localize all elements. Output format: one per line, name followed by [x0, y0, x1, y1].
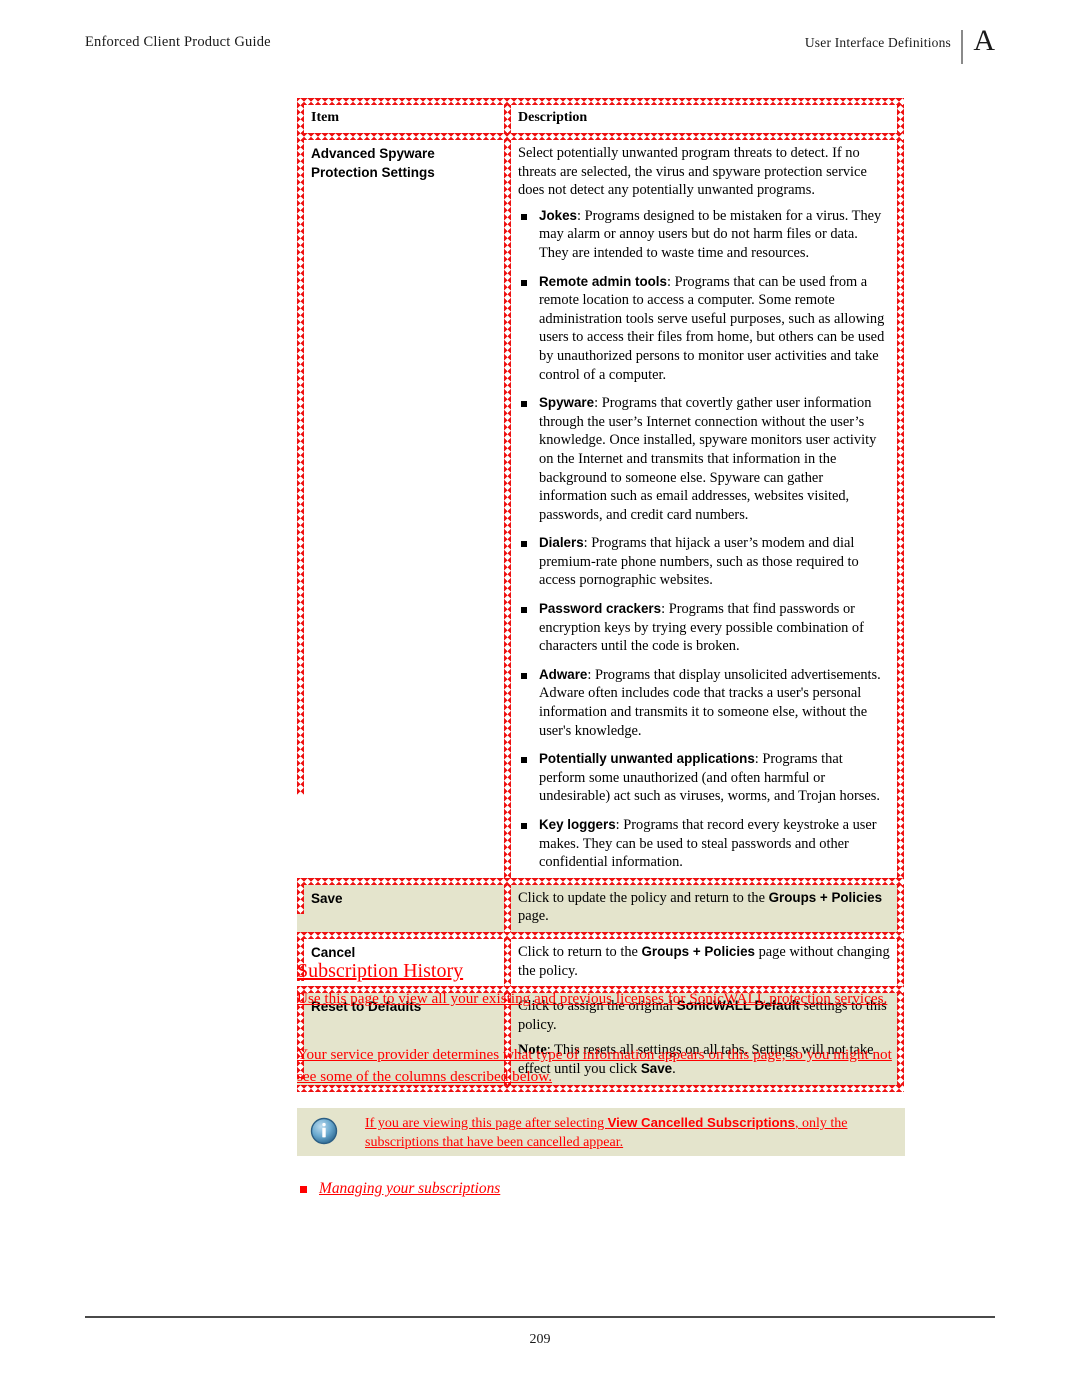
column-header-item: Item	[311, 110, 339, 125]
threat-term: Password crackers	[539, 601, 662, 617]
threat-description: : Programs that covertly gather user inf…	[539, 395, 877, 523]
description-intro: Select potentially unwanted program thre…	[518, 145, 867, 199]
table-cell-item: Advanced Spyware Protection Settings	[297, 140, 504, 878]
info-note-text: If you are viewing this page after selec…	[365, 1113, 891, 1152]
threat-description: : Programs that can be used from a remot…	[539, 273, 885, 383]
list-item: Adware: Programs that display unsolicite…	[518, 666, 890, 740]
item-label-advanced-spyware-protection-settings: Advanced Spyware Protection Settings	[311, 146, 435, 180]
threat-type-list: Jokes: Programs designed to be mistaken …	[518, 207, 890, 872]
item-label-save: Save	[311, 890, 343, 906]
desc-prefix: Click to return to the	[518, 943, 642, 960]
threat-term: Dialers	[539, 535, 584, 551]
description-cancel: Click to return to the Groups + Policies…	[511, 939, 897, 986]
threat-term: Potentially unwanted applications	[539, 751, 755, 767]
table-header-row: Item Description	[297, 105, 904, 133]
threat-term: Jokes	[539, 207, 577, 223]
header-divider	[961, 30, 963, 64]
footer-divider	[85, 1316, 995, 1318]
list-item: Jokes: Programs designed to be mistaken …	[518, 207, 890, 263]
desc-prefix: Click to update the policy and return to…	[518, 889, 769, 906]
related-topic-row[interactable]: Managing your subscriptions	[297, 1178, 897, 1202]
ui-term: Groups + Policies	[768, 889, 883, 905]
list-item: Dialers: Programs that hijack a user’s m…	[518, 534, 890, 590]
table-cell-description: Select potentially unwanted program thre…	[504, 140, 904, 878]
table-border-left	[297, 105, 304, 133]
row-divider	[297, 133, 904, 140]
info-note-box: If you are viewing this page after selec…	[297, 1108, 905, 1156]
list-item: Remote admin tools: Programs that can be…	[518, 273, 890, 385]
description-paragraph: Click to return to the Groups + Policies…	[518, 943, 890, 980]
column-header-description: Description	[518, 110, 588, 125]
desc-suffix: page.	[518, 908, 549, 925]
page-header: Enforced Client Product Guide User Inter…	[85, 26, 995, 64]
table-border-middle	[504, 884, 511, 932]
table-border-middle	[504, 105, 511, 133]
ui-term: Groups + Policies	[641, 943, 756, 959]
table-cell-description: Click to update the policy and return to…	[504, 884, 904, 932]
threat-term: Spyware	[539, 395, 595, 411]
description-content: Select potentially unwanted program thre…	[511, 140, 897, 878]
table-row-save: Save Click to update the policy and retu…	[297, 884, 904, 932]
list-item: Spyware: Programs that covertly gather u…	[518, 394, 890, 524]
table-row-separator	[297, 877, 904, 885]
threat-description: : Programs that display unsolicited adve…	[539, 666, 881, 739]
section-heading-subscription-history: Subscription History	[297, 960, 464, 982]
footer-page-number: 209	[529, 1332, 551, 1347]
table-header-cell-description: Description	[504, 105, 904, 133]
header-document-title: Enforced Client Product Guide	[85, 34, 271, 50]
threat-term: Adware	[539, 666, 588, 682]
description-save: Click to update the policy and return to…	[511, 885, 897, 932]
table-border-right	[897, 884, 904, 932]
table-row: Advanced Spyware Protection Settings Sel…	[297, 140, 904, 878]
threat-description: : Programs designed to be mistaken for a…	[539, 207, 882, 261]
table-cell-item: Save	[297, 884, 504, 932]
info-icon	[309, 1116, 339, 1146]
table-border-left	[297, 884, 304, 914]
table-border-right	[897, 140, 904, 878]
table-border-middle	[504, 938, 511, 987]
description-paragraph: Click to update the policy and return to…	[518, 889, 890, 926]
table-row-separator	[297, 133, 904, 140]
table-border-middle	[504, 140, 511, 878]
table-border-right	[897, 938, 904, 987]
row-divider	[297, 931, 904, 939]
header-section-title: User Interface Definitions	[804, 35, 951, 50]
section-paragraph-2: Your service provider determines what ty…	[297, 1046, 892, 1085]
square-bullet-icon	[300, 1186, 307, 1193]
table-cell-description: Click to return to the Groups + Policies…	[504, 938, 904, 987]
ui-term-view-cancelled-subscriptions: View Cancelled Subscriptions	[607, 1115, 795, 1130]
threat-term: Remote admin tools	[539, 273, 667, 289]
threat-description: : Programs that hijack a user’s modem an…	[539, 535, 859, 589]
row-divider	[297, 877, 904, 885]
table-row-separator	[297, 931, 904, 939]
header-appendix-letter: A	[973, 24, 995, 57]
table-border-top	[297, 98, 904, 105]
table-border-left	[297, 140, 304, 795]
ui-definitions-table: Item Description Advanced Spyware Protec…	[297, 98, 904, 1092]
note-prefix: If you are viewing this page after selec…	[365, 1116, 608, 1131]
threat-term: Key loggers	[539, 817, 616, 832]
table-header-cell-item: Item	[297, 105, 504, 133]
list-item: Key loggers: Programs that record every …	[518, 816, 890, 872]
table-border-right	[897, 105, 904, 133]
section-paragraph-1: Use this page to view all your existing …	[297, 990, 888, 1007]
list-item: Password crackers: Programs that find pa…	[518, 600, 890, 656]
link-managing-your-subscriptions[interactable]: Managing your subscriptions	[319, 1178, 500, 1200]
list-item: Potentially unwanted applications: Progr…	[518, 750, 890, 806]
